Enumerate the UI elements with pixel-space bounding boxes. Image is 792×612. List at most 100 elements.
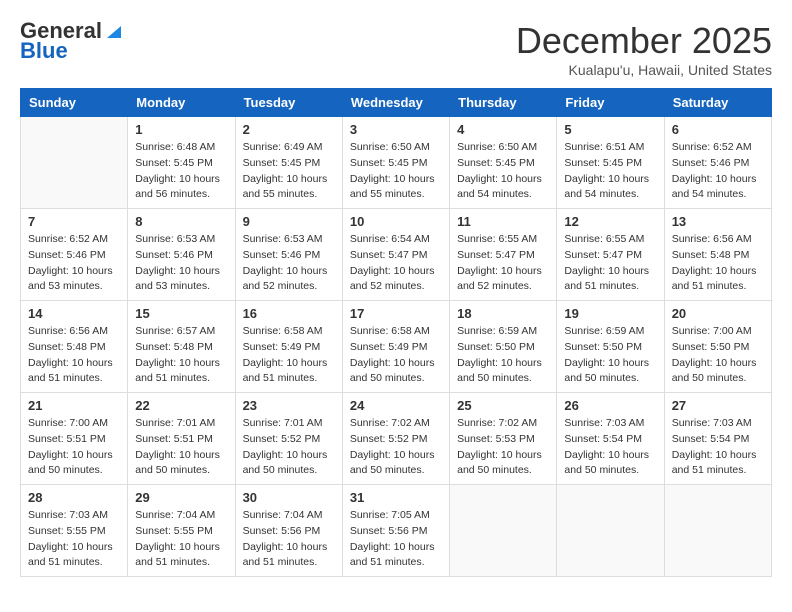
day-info: Sunrise: 6:50 AM Sunset: 5:45 PM Dayligh…	[457, 140, 549, 203]
day-info: Sunrise: 7:04 AM Sunset: 5:56 PM Dayligh…	[243, 508, 335, 571]
day-number: 28	[28, 490, 120, 505]
calendar-cell: 22 Sunrise: 7:01 AM Sunset: 5:51 PM Dayli…	[128, 393, 235, 485]
calendar-cell: 4 Sunrise: 6:50 AM Sunset: 5:45 PM Daylig…	[450, 117, 557, 209]
day-info: Sunrise: 7:01 AM Sunset: 5:51 PM Dayligh…	[135, 416, 227, 479]
day-number: 31	[350, 490, 442, 505]
day-number: 10	[350, 214, 442, 229]
day-number: 29	[135, 490, 227, 505]
day-info: Sunrise: 7:00 AM Sunset: 5:50 PM Dayligh…	[672, 324, 764, 387]
day-info: Sunrise: 6:57 AM Sunset: 5:48 PM Dayligh…	[135, 324, 227, 387]
day-info: Sunrise: 6:58 AM Sunset: 5:49 PM Dayligh…	[243, 324, 335, 387]
page-header: General Blue December 2025 Kualapu'u, Ha…	[20, 20, 772, 78]
calendar-cell: 29 Sunrise: 7:04 AM Sunset: 5:55 PM Dayli…	[128, 485, 235, 577]
day-info: Sunrise: 7:03 AM Sunset: 5:55 PM Dayligh…	[28, 508, 120, 571]
day-number: 15	[135, 306, 227, 321]
calendar-week-4: 21Sunrise: 7:00 AM Sunset: 5:51 PM Dayli…	[21, 393, 772, 485]
calendar-cell: 23 Sunrise: 7:01 AM Sunset: 5:52 PM Dayli…	[235, 393, 342, 485]
day-info: Sunrise: 6:52 AM Sunset: 5:46 PM Dayligh…	[672, 140, 764, 203]
day-number: 7	[28, 214, 120, 229]
calendar-cell: 14Sunrise: 6:56 AM Sunset: 5:48 PM Dayli…	[21, 301, 128, 393]
calendar-cell: 16 Sunrise: 6:58 AM Sunset: 5:49 PM Dayli…	[235, 301, 342, 393]
day-info: Sunrise: 7:01 AM Sunset: 5:52 PM Dayligh…	[243, 416, 335, 479]
day-number: 3	[350, 122, 442, 137]
day-number: 5	[564, 122, 656, 137]
day-info: Sunrise: 6:48 AM Sunset: 5:45 PM Dayligh…	[135, 140, 227, 203]
day-info: Sunrise: 7:03 AM Sunset: 5:54 PM Dayligh…	[564, 416, 656, 479]
day-info: Sunrise: 7:05 AM Sunset: 5:56 PM Dayligh…	[350, 508, 442, 571]
calendar-cell: 24 Sunrise: 7:02 AM Sunset: 5:52 PM Dayli…	[342, 393, 449, 485]
day-number: 2	[243, 122, 335, 137]
logo-triangle-icon	[103, 20, 121, 38]
calendar-cell: 5Sunrise: 6:51 AM Sunset: 5:45 PM Daylig…	[557, 117, 664, 209]
day-number: 18	[457, 306, 549, 321]
day-info: Sunrise: 6:58 AM Sunset: 5:49 PM Dayligh…	[350, 324, 442, 387]
day-info: Sunrise: 6:53 AM Sunset: 5:46 PM Dayligh…	[135, 232, 227, 295]
calendar-cell	[557, 485, 664, 577]
day-number: 12	[564, 214, 656, 229]
calendar-week-5: 28 Sunrise: 7:03 AM Sunset: 5:55 PM Dayli…	[21, 485, 772, 577]
calendar-cell: 12 Sunrise: 6:55 AM Sunset: 5:47 PM Dayli…	[557, 209, 664, 301]
day-number: 16	[243, 306, 335, 321]
day-number: 14	[28, 306, 120, 321]
col-header-sunday: Sunday	[21, 89, 128, 117]
calendar-cell: 28 Sunrise: 7:03 AM Sunset: 5:55 PM Dayli…	[21, 485, 128, 577]
logo: General Blue	[20, 20, 121, 62]
col-header-saturday: Saturday	[664, 89, 771, 117]
day-number: 30	[243, 490, 335, 505]
calendar-cell: 3Sunrise: 6:50 AM Sunset: 5:45 PM Daylig…	[342, 117, 449, 209]
day-info: Sunrise: 7:04 AM Sunset: 5:55 PM Dayligh…	[135, 508, 227, 571]
day-info: Sunrise: 6:59 AM Sunset: 5:50 PM Dayligh…	[564, 324, 656, 387]
day-number: 25	[457, 398, 549, 413]
day-info: Sunrise: 7:00 AM Sunset: 5:51 PM Dayligh…	[28, 416, 120, 479]
calendar-cell: 15 Sunrise: 6:57 AM Sunset: 5:48 PM Dayli…	[128, 301, 235, 393]
day-info: Sunrise: 6:54 AM Sunset: 5:47 PM Dayligh…	[350, 232, 442, 295]
day-info: Sunrise: 7:02 AM Sunset: 5:53 PM Dayligh…	[457, 416, 549, 479]
col-header-wednesday: Wednesday	[342, 89, 449, 117]
day-info: Sunrise: 6:49 AM Sunset: 5:45 PM Dayligh…	[243, 140, 335, 203]
day-number: 19	[564, 306, 656, 321]
day-number: 9	[243, 214, 335, 229]
day-number: 4	[457, 122, 549, 137]
calendar-cell: 6 Sunrise: 6:52 AM Sunset: 5:46 PM Daylig…	[664, 117, 771, 209]
location-subtitle: Kualapu'u, Hawaii, United States	[516, 62, 772, 78]
day-number: 11	[457, 214, 549, 229]
calendar-cell: 8 Sunrise: 6:53 AM Sunset: 5:46 PM Daylig…	[128, 209, 235, 301]
calendar-week-2: 7 Sunrise: 6:52 AM Sunset: 5:46 PM Daylig…	[21, 209, 772, 301]
day-number: 6	[672, 122, 764, 137]
calendar-cell: 21Sunrise: 7:00 AM Sunset: 5:51 PM Dayli…	[21, 393, 128, 485]
day-number: 26	[564, 398, 656, 413]
calendar-cell: 27 Sunrise: 7:03 AM Sunset: 5:54 PM Dayli…	[664, 393, 771, 485]
calendar-cell: 10 Sunrise: 6:54 AM Sunset: 5:47 PM Dayli…	[342, 209, 449, 301]
day-info: Sunrise: 6:56 AM Sunset: 5:48 PM Dayligh…	[672, 232, 764, 295]
calendar-cell: 30 Sunrise: 7:04 AM Sunset: 5:56 PM Dayli…	[235, 485, 342, 577]
calendar-cell	[664, 485, 771, 577]
day-info: Sunrise: 7:02 AM Sunset: 5:52 PM Dayligh…	[350, 416, 442, 479]
day-info: Sunrise: 7:03 AM Sunset: 5:54 PM Dayligh…	[672, 416, 764, 479]
calendar-cell: 9Sunrise: 6:53 AM Sunset: 5:46 PM Daylig…	[235, 209, 342, 301]
day-number: 27	[672, 398, 764, 413]
calendar-week-3: 14Sunrise: 6:56 AM Sunset: 5:48 PM Dayli…	[21, 301, 772, 393]
day-number: 23	[243, 398, 335, 413]
day-info: Sunrise: 6:55 AM Sunset: 5:47 PM Dayligh…	[564, 232, 656, 295]
day-number: 13	[672, 214, 764, 229]
calendar-cell: 19 Sunrise: 6:59 AM Sunset: 5:50 PM Dayli…	[557, 301, 664, 393]
title-block: December 2025 Kualapu'u, Hawaii, United …	[516, 20, 772, 78]
month-title: December 2025	[516, 20, 772, 62]
calendar-cell: 25 Sunrise: 7:02 AM Sunset: 5:53 PM Dayli…	[450, 393, 557, 485]
logo-blue-text: Blue	[20, 40, 68, 62]
col-header-monday: Monday	[128, 89, 235, 117]
col-header-tuesday: Tuesday	[235, 89, 342, 117]
calendar-cell: 26 Sunrise: 7:03 AM Sunset: 5:54 PM Dayli…	[557, 393, 664, 485]
day-number: 22	[135, 398, 227, 413]
day-number: 24	[350, 398, 442, 413]
calendar-cell: 1 Sunrise: 6:48 AM Sunset: 5:45 PM Daylig…	[128, 117, 235, 209]
day-number: 17	[350, 306, 442, 321]
calendar-cell	[21, 117, 128, 209]
day-number: 20	[672, 306, 764, 321]
calendar-cell: 20 Sunrise: 7:00 AM Sunset: 5:50 PM Dayli…	[664, 301, 771, 393]
day-number: 8	[135, 214, 227, 229]
calendar-week-1: 1 Sunrise: 6:48 AM Sunset: 5:45 PM Daylig…	[21, 117, 772, 209]
day-number: 1	[135, 122, 227, 137]
day-info: Sunrise: 6:52 AM Sunset: 5:46 PM Dayligh…	[28, 232, 120, 295]
calendar-cell: 13 Sunrise: 6:56 AM Sunset: 5:48 PM Dayli…	[664, 209, 771, 301]
